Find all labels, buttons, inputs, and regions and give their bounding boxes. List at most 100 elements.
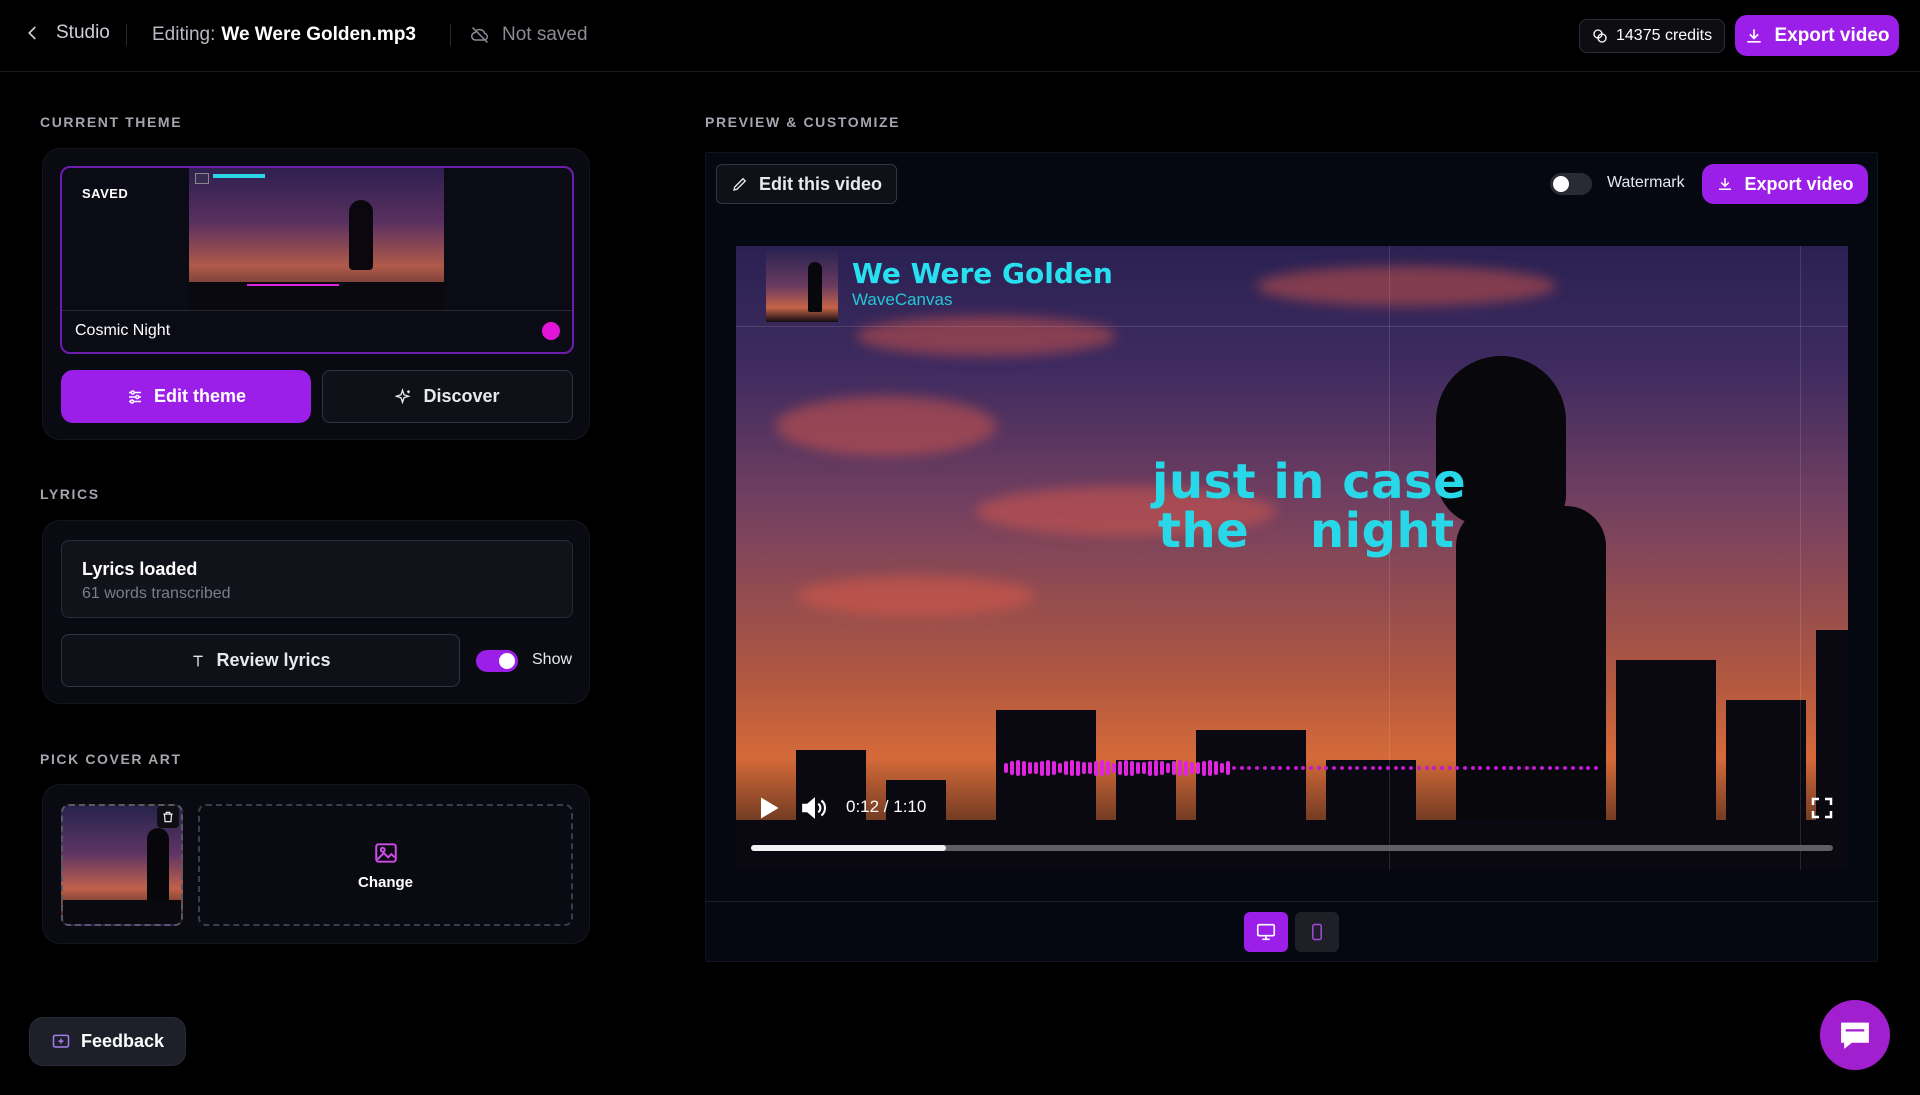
sparkles-icon (395, 387, 412, 404)
download-icon (1719, 178, 1732, 190)
figure-body (1456, 506, 1606, 870)
preview-export-button[interactable]: Export video (1702, 164, 1868, 204)
cover-silhouette (147, 828, 169, 906)
credits-badge[interactable]: 14375 credits (1579, 19, 1726, 53)
waveform-dot (1439, 766, 1444, 770)
waveform-dot (1593, 766, 1598, 770)
waveform-bar (1148, 760, 1152, 776)
waveform-bar (1142, 762, 1146, 774)
waveform-bar (1202, 760, 1206, 776)
theme-name: Cosmic Night (75, 322, 171, 339)
theme-preview-tile[interactable]: SAVED Cosmic Night (60, 166, 574, 354)
change-cover-button[interactable]: Change (198, 804, 573, 926)
waveform-bar (1094, 760, 1098, 776)
waveform-bar (1214, 761, 1218, 775)
discover-button[interactable]: Discover (322, 370, 573, 423)
waveform-dot (1516, 766, 1521, 770)
building (1326, 760, 1416, 870)
waveform-dot (1347, 766, 1352, 770)
waveform-dot (1339, 766, 1344, 770)
waveform-bar (1130, 760, 1134, 776)
cloud (856, 316, 1116, 356)
cover-art-heading: PICK COVER ART (40, 751, 182, 767)
watermark-label: Watermark (1607, 174, 1685, 191)
waveform-dot (1293, 766, 1298, 770)
cover-skyline (63, 900, 181, 924)
waveform-dot (1232, 766, 1236, 770)
waveform-dot (1547, 766, 1552, 770)
waveform-dot (1309, 766, 1313, 770)
lyrics-heading: LYRICS (40, 486, 100, 502)
export-video-button[interactable]: Export video (1735, 15, 1899, 56)
edit-this-video-label: Edit this video (758, 173, 882, 194)
fullscreen-icon[interactable] (1810, 796, 1834, 820)
building (886, 780, 946, 870)
preview-divider (705, 901, 1878, 902)
cloud-off-icon (471, 26, 489, 44)
waveform-bar (1004, 763, 1008, 773)
waveform-dot (1447, 766, 1452, 770)
export-label: Export video (1774, 24, 1890, 46)
editing-file-label: Editing: We Were Golden.mp3 (152, 24, 416, 46)
waveform-bar (1160, 761, 1164, 775)
waveform-bar (1040, 760, 1044, 776)
waveform-bar (1016, 760, 1020, 776)
edit-this-video-button[interactable]: Edit this video (716, 164, 897, 204)
review-lyrics-label: Review lyrics (216, 650, 331, 670)
delete-cover-button[interactable] (157, 806, 179, 828)
volume-icon[interactable] (800, 794, 830, 822)
review-lyrics-button[interactable]: Review lyrics (61, 634, 460, 687)
waveform-dot (1524, 766, 1529, 770)
waveform-dot (1432, 766, 1437, 770)
thumb-cover-art (195, 173, 209, 184)
feedback-button[interactable]: Feedback (29, 1017, 186, 1066)
waveform-bar (1106, 761, 1110, 775)
toggle-knob (1553, 176, 1569, 192)
chevron-left-icon (28, 26, 36, 40)
building (1816, 630, 1848, 870)
waveform-bar (1178, 760, 1182, 776)
waveform-bar (1154, 760, 1158, 776)
video-preview[interactable] (736, 246, 1848, 870)
sliders-icon (128, 389, 141, 404)
waveform-bar (1226, 761, 1230, 775)
watermark-toggle[interactable] (1550, 173, 1592, 195)
waveform-dot (1470, 766, 1475, 770)
waveform-bar (1136, 762, 1140, 774)
credits-label: 14375 credits (1616, 27, 1713, 44)
waveform-bar (1190, 762, 1194, 774)
feedback-label: Feedback (80, 1031, 165, 1051)
waveform-bar (1064, 761, 1068, 775)
desktop-view-button[interactable] (1244, 912, 1288, 952)
edit-theme-button[interactable]: Edit theme (61, 370, 311, 423)
waveform-dot (1262, 766, 1267, 770)
saved-badge: SAVED (82, 186, 129, 201)
playback-time: 0:12 / 1:10 (846, 797, 927, 816)
waveform-bar (1196, 762, 1200, 774)
chat-support-button[interactable] (1820, 1000, 1890, 1070)
back-to-studio-link[interactable]: Studio (24, 22, 110, 44)
divider (126, 24, 127, 46)
top-bar: Studio Editing: We Were Golden.mp3 Not sa… (0, 0, 1920, 72)
progress-bar[interactable] (751, 845, 1833, 851)
thumb-waveform (247, 284, 339, 286)
download-icon (1747, 28, 1762, 43)
mobile-view-button[interactable] (1295, 912, 1339, 952)
theme-footer: Cosmic Night (62, 310, 572, 352)
show-lyrics-toggle[interactable] (476, 650, 518, 672)
editing-prefix: Editing: (152, 24, 216, 45)
toggle-knob (499, 653, 515, 669)
waveform-bar (1208, 760, 1212, 776)
monitor-icon (1256, 923, 1276, 941)
file-name: We Were Golden.mp3 (221, 24, 416, 45)
cover-art-thumbnail[interactable] (61, 804, 183, 926)
waveform-dot (1370, 766, 1375, 770)
waveform-dot (1362, 766, 1367, 770)
lyric-line-2-start: the (1158, 503, 1250, 559)
preview-heading: PREVIEW & CUSTOMIZE (705, 114, 901, 130)
play-icon[interactable] (754, 794, 782, 822)
waveform-dot (1416, 766, 1421, 770)
progress-fill (751, 845, 946, 851)
chat-bubble-icon (1841, 1022, 1869, 1049)
cloud (776, 396, 996, 456)
